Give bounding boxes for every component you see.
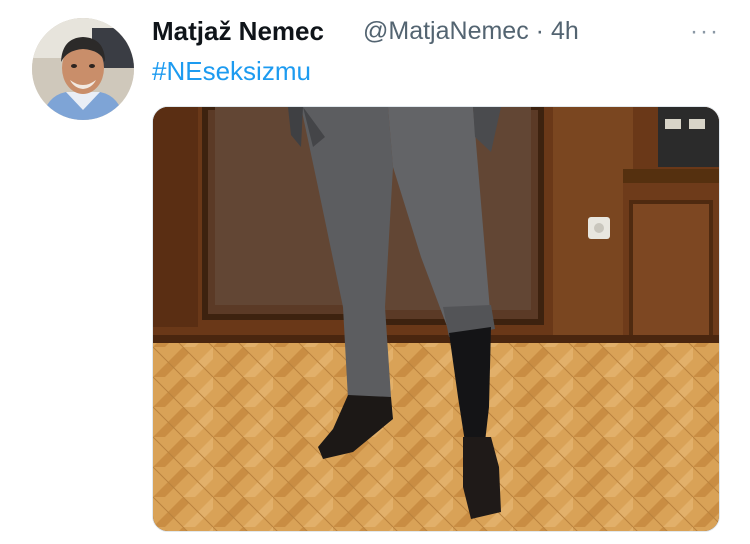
author-meta: @MatjaNemec · 4h	[363, 17, 579, 46]
hashtag-link[interactable]: #NEseksizmu	[152, 56, 311, 87]
meta-separator: ·	[535, 17, 544, 45]
tweet-header: Matjaž Nemec @MatjaNemec · 4h ···	[152, 16, 730, 50]
more-options-icon[interactable]: ···	[690, 18, 720, 46]
avatar-photo	[32, 18, 134, 120]
author-avatar[interactable]	[32, 18, 134, 120]
author-handle[interactable]: @MatjaNemec	[363, 17, 529, 45]
photo-legs-in-office	[153, 107, 719, 531]
tweet-timestamp[interactable]: 4h	[551, 17, 579, 45]
author-name[interactable]: Matjaž Nemec	[152, 16, 324, 47]
tweet-media-photo[interactable]	[152, 106, 720, 532]
